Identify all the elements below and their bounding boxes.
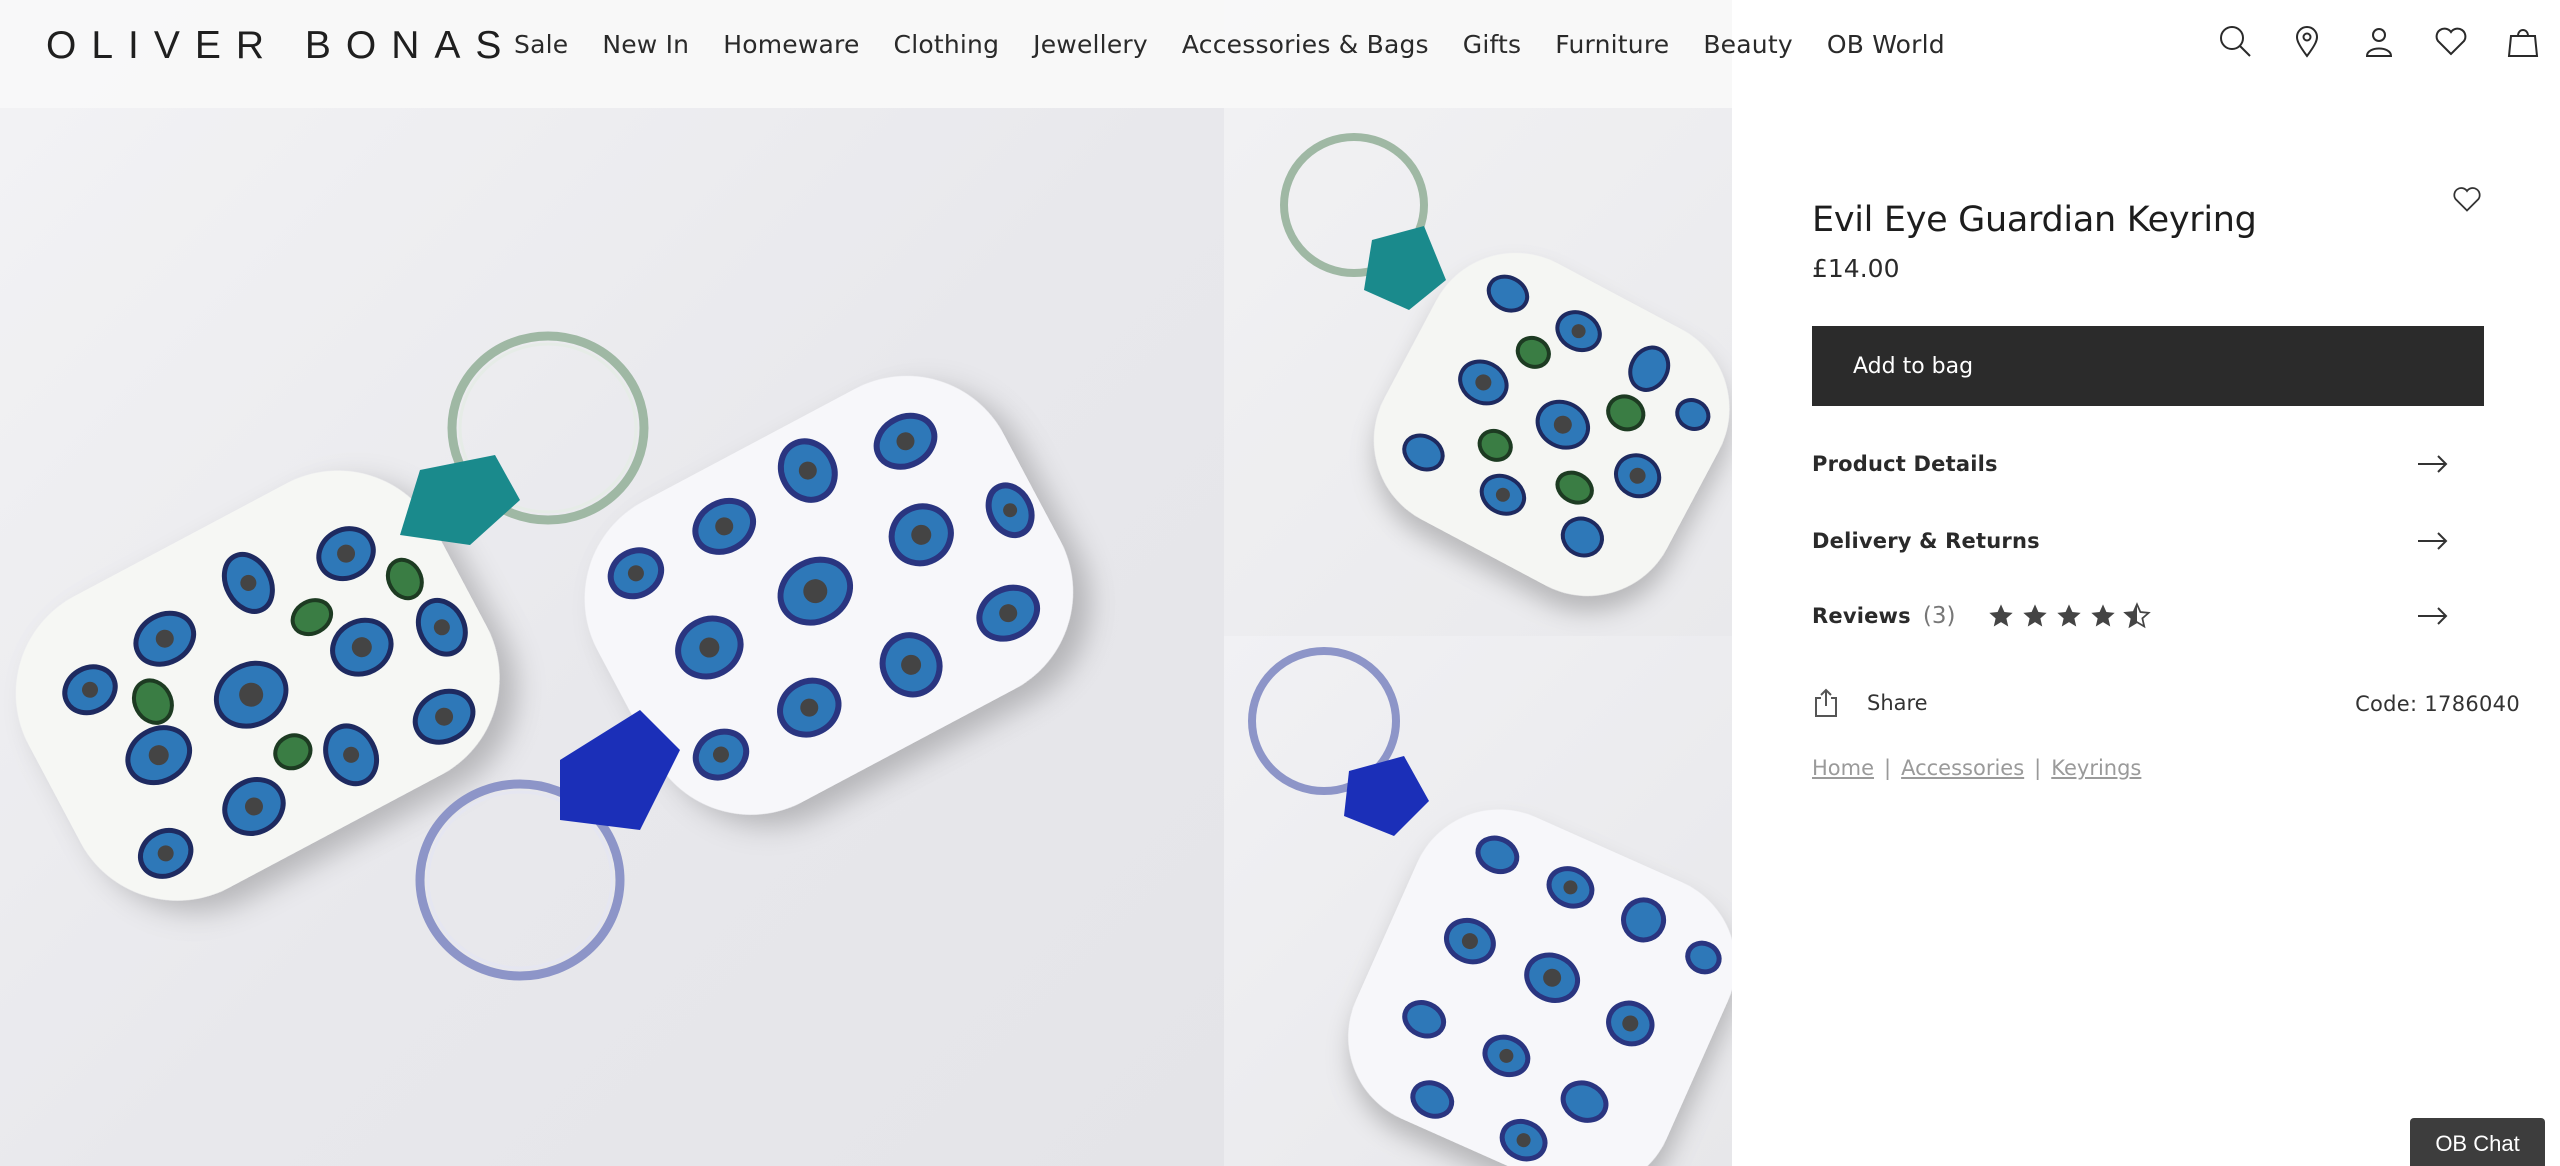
brand-logo[interactable]: OLIVER BONAS [46, 24, 516, 68]
ob-chat-button[interactable]: OB Chat [2410, 1118, 2545, 1166]
reviews-count: (3) [1922, 603, 1956, 629]
breadcrumb: Home | Accessories | Keyrings [1812, 756, 2141, 780]
nav-item-jewellery[interactable]: Jewellery [1033, 30, 1148, 59]
share-label: Share [1867, 691, 1928, 715]
nav-item-homeware[interactable]: Homeware [723, 30, 859, 59]
search-icon[interactable] [2218, 24, 2252, 58]
header-icon-group [2218, 24, 2540, 58]
delivery-returns-label: Delivery & Returns [1812, 529, 2040, 553]
product-image-secondary-bottom[interactable] [1224, 636, 1732, 1166]
breadcrumb-separator: | [1884, 756, 1892, 780]
nav-item-clothing[interactable]: Clothing [894, 30, 1000, 59]
breadcrumb-keyrings[interactable]: Keyrings [2051, 756, 2141, 780]
nav-item-gifts[interactable]: Gifts [1463, 30, 1522, 59]
add-to-bag-button[interactable]: Add to bag [1812, 326, 2484, 406]
bag-icon[interactable] [2506, 24, 2540, 58]
star-full-icon [1987, 602, 2015, 630]
product-info-panel: Evil Eye Guardian Keyring £14.00 Add to … [1812, 0, 2520, 1166]
product-details-row[interactable]: Product Details [1812, 444, 2448, 484]
reviews-label: Reviews [1812, 604, 1911, 628]
store-locator-icon[interactable] [2290, 24, 2324, 58]
main-navigation: Sale New In Homeware Clothing Jewellery … [514, 30, 1979, 59]
breadcrumb-accessories[interactable]: Accessories [1901, 756, 2024, 780]
nav-item-sale[interactable]: Sale [514, 30, 568, 59]
nav-item-new-in[interactable]: New In [602, 30, 689, 59]
rating-stars [1987, 602, 2152, 630]
arrow-right-icon [2416, 602, 2448, 630]
product-price: £14.00 [1812, 254, 1900, 283]
nav-item-beauty[interactable]: Beauty [1703, 30, 1793, 59]
wishlist-icon[interactable] [2434, 24, 2468, 58]
nav-item-furniture[interactable]: Furniture [1555, 30, 1669, 59]
share-button[interactable]: Share [1812, 688, 1928, 718]
star-half-icon [2123, 602, 2152, 630]
product-code: Code: 1786040 [2355, 692, 2520, 716]
star-full-icon [2021, 602, 2049, 630]
nav-item-ob-world[interactable]: OB World [1827, 30, 1945, 59]
product-title: Evil Eye Guardian Keyring [1812, 200, 2257, 240]
product-image-main[interactable] [0, 0, 1224, 1166]
star-full-icon [2089, 602, 2117, 630]
product-details-label: Product Details [1812, 452, 1998, 476]
breadcrumb-home[interactable]: Home [1812, 756, 1874, 780]
star-full-icon [2055, 602, 2083, 630]
share-icon [1812, 688, 1842, 718]
site-header: OLIVER BONAS Sale New In Homeware Clothi… [0, 0, 2560, 108]
keyrings-pair-illustration [15, 331, 1073, 981]
delivery-returns-row[interactable]: Delivery & Returns [1812, 521, 2448, 561]
account-icon[interactable] [2362, 24, 2396, 58]
product-image-gallery [0, 0, 1732, 1166]
keyring-blue-illustration [1248, 647, 1732, 1166]
breadcrumb-separator: | [2034, 756, 2042, 780]
arrow-right-icon [2416, 527, 2448, 555]
arrow-right-icon [2416, 450, 2448, 478]
add-to-wishlist-heart-icon[interactable] [2452, 184, 2486, 218]
nav-item-accessories-bags[interactable]: Accessories & Bags [1182, 30, 1429, 59]
reviews-row[interactable]: Reviews (3) [1812, 596, 2448, 636]
